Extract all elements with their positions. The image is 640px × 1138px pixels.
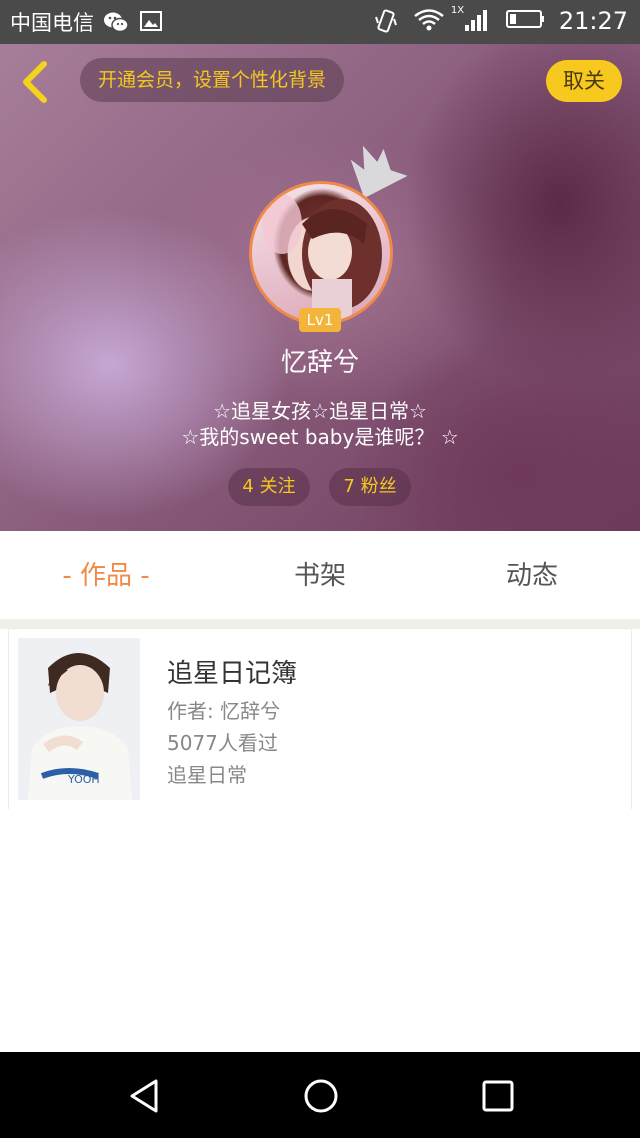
chevron-left-icon xyxy=(23,61,47,103)
square-recents-icon xyxy=(482,1080,514,1112)
profile-tabs: - 作品 - 书架 动态 xyxy=(0,531,640,619)
vibrate-icon xyxy=(373,7,401,35)
followers-count-button[interactable]: 7 粉丝 xyxy=(329,468,411,506)
back-button[interactable] xyxy=(18,60,54,104)
work-card[interactable]: YOOH 追星日记簿 作者: 忆辞兮 5077人看过 追星日常 xyxy=(9,629,631,809)
book-cover-image: YOOH xyxy=(18,638,140,800)
content-empty-area xyxy=(0,809,640,1052)
section-divider xyxy=(0,619,640,629)
nav-home-button[interactable] xyxy=(301,1076,341,1116)
vip-background-prompt[interactable]: 开通会员，设置个性化背景 xyxy=(80,58,345,102)
battery-icon xyxy=(505,7,547,35)
level-badge: Lv1 xyxy=(299,308,341,332)
book-cover[interactable]: YOOH xyxy=(18,638,140,800)
clock: 21:27 xyxy=(558,7,628,35)
cover-print-text: YOOH xyxy=(67,773,100,786)
book-author: 作者: 忆辞兮 xyxy=(167,699,281,723)
avatar-image xyxy=(262,194,382,319)
wifi-icon xyxy=(413,7,444,35)
bio-line-1: ☆追星女孩☆追星日常☆ xyxy=(213,399,427,423)
profile-header: 开通会员，设置个性化背景 取关 Lv1 忆辞兮 ☆追星女孩☆追星日常☆ ☆我的s… xyxy=(0,44,640,531)
triangle-back-icon xyxy=(130,1079,158,1113)
tab-activity[interactable]: 动态 xyxy=(472,531,592,619)
wechat-icon xyxy=(102,8,130,36)
nav-back-button[interactable] xyxy=(126,1076,166,1116)
nav-recents-button[interactable] xyxy=(478,1076,518,1116)
carrier-label: 中国电信 xyxy=(10,11,94,35)
bio: ☆追星女孩☆追星日常☆ ☆我的sweet baby是谁呢？ ☆ xyxy=(0,398,640,450)
gallery-icon xyxy=(138,8,166,36)
book-tag: 追星日常 xyxy=(167,763,247,787)
circle-home-icon xyxy=(304,1079,338,1113)
book-views: 5077人看过 xyxy=(167,731,278,755)
tab-bookshelf[interactable]: 书架 xyxy=(260,531,380,619)
system-nav-bar xyxy=(0,1052,640,1138)
status-bar: 中国电信 1X 21:27 xyxy=(0,0,640,44)
avatar[interactable] xyxy=(249,181,393,325)
tab-works[interactable]: - 作品 - xyxy=(30,531,182,619)
bio-line-2: ☆我的sweet baby是谁呢？ ☆ xyxy=(181,425,459,449)
network-badge: 1X xyxy=(450,5,465,16)
nickname: 忆辞兮 xyxy=(280,348,359,378)
signal-icon: 1X xyxy=(450,5,493,35)
following-count-button[interactable]: 4 关注 xyxy=(228,468,310,506)
book-title[interactable]: 追星日记簿 xyxy=(167,653,297,690)
unfollow-button[interactable]: 取关 xyxy=(546,60,622,102)
